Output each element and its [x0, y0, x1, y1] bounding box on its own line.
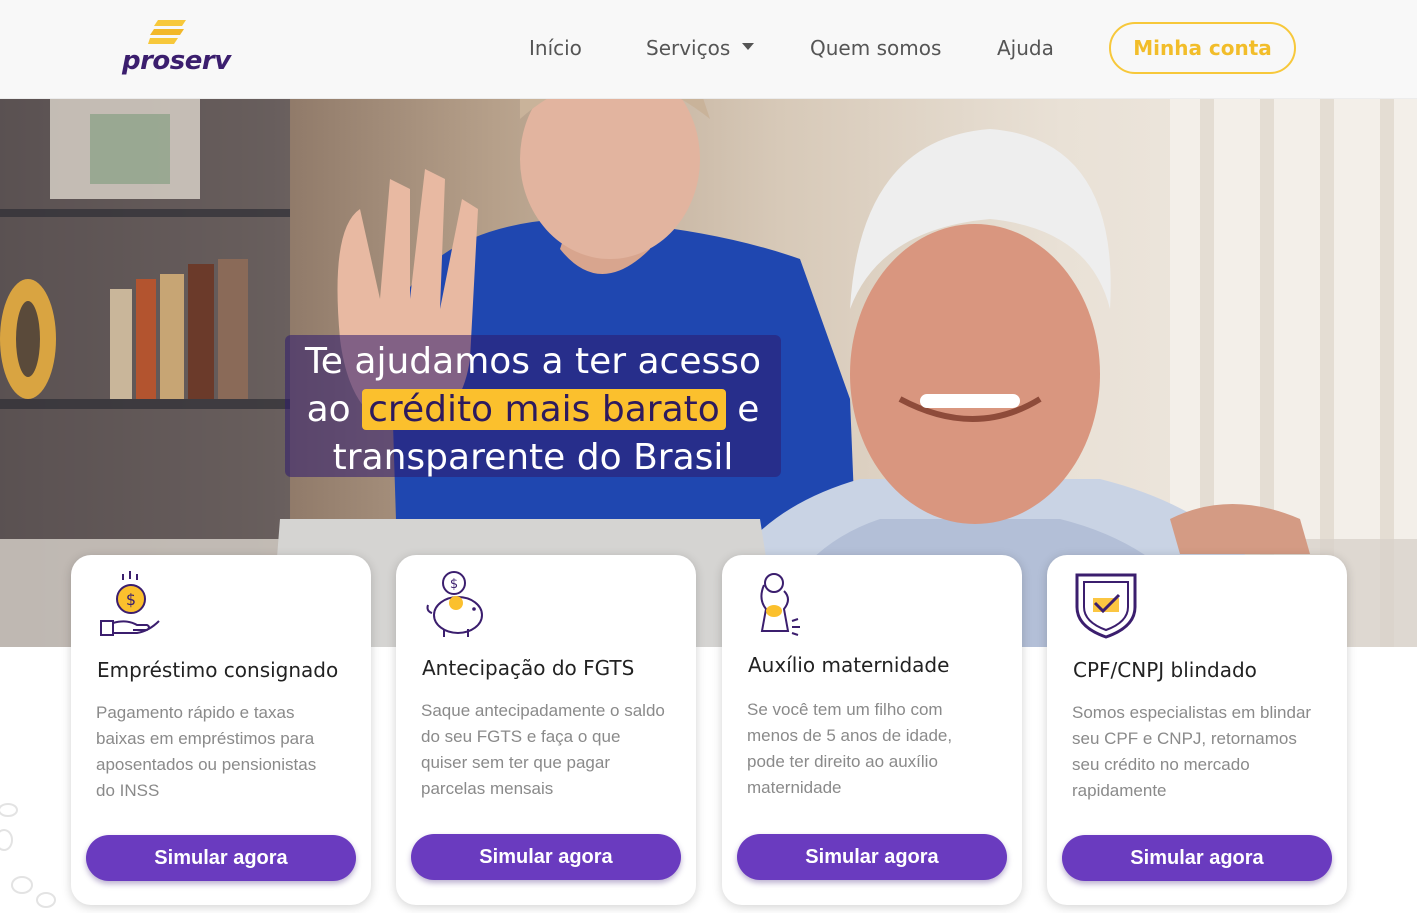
card-desc-line: Somos especialistas em blindar	[1072, 703, 1312, 722]
piggy-bank-icon: $	[426, 571, 483, 637]
card-title: Empréstimo consignado	[97, 658, 339, 682]
headline-line-2-suffix: e	[737, 389, 760, 430]
card-desc-line: maternidade	[747, 778, 842, 797]
simulate-button[interactable]: Simular agora	[1062, 835, 1332, 881]
proserv-logo[interactable]: proserv	[120, 18, 231, 78]
simulate-button[interactable]: Simular agora	[86, 835, 356, 881]
card-desc-line: seu CPF e CNPJ, retornamos	[1072, 729, 1297, 748]
mother-baby-icon	[760, 573, 800, 636]
nav-ajuda[interactable]: Ajuda	[997, 36, 1054, 60]
card-title: CPF/CNPJ blindado	[1073, 658, 1257, 682]
site-header: proserv Início Serviços Quem somos Ajuda…	[0, 0, 1417, 99]
headline-line-1: Te ajudamos a ter acesso	[304, 341, 762, 382]
card-title: Antecipação do FGTS	[422, 656, 635, 680]
chevron-down-icon	[742, 43, 755, 50]
money-hand-icon: $	[100, 571, 160, 636]
simulate-button[interactable]: Simular agora	[411, 834, 681, 880]
card-description: Pagamento rápido e taxas baixas em empré…	[96, 700, 356, 804]
card-desc-line: parcelas mensais	[421, 779, 554, 798]
service-card-fgts: $ Antecipação do FGTS Saque antecipadame…	[396, 555, 696, 905]
card-desc-line: do seu FGTS e faça o que	[421, 727, 621, 746]
nav-inicio[interactable]: Início	[529, 36, 582, 60]
svg-text:$: $	[126, 590, 136, 609]
card-desc-line: quiser sem ter que pagar	[421, 753, 610, 772]
card-description: Se você tem um filho com menos de 5 anos…	[747, 697, 1007, 801]
service-card-maternidade: Auxílio maternidade Se você tem um filho…	[722, 555, 1022, 905]
card-desc-line: rapidamente	[1072, 781, 1167, 800]
nav-servicos[interactable]: Serviços	[646, 36, 755, 60]
card-desc-line: Saque antecipadamente o saldo	[421, 701, 665, 720]
card-desc-line: aposentados ou pensionistas	[96, 755, 317, 774]
card-desc-line: baixas em empréstimos para	[96, 729, 315, 748]
coins-decoration-icon	[0, 803, 56, 908]
card-desc-line: Pagamento rápido e taxas	[96, 703, 295, 722]
card-desc-line: do INSS	[96, 781, 160, 800]
card-desc-line: pode ter direito ao auxílio	[747, 752, 938, 771]
nav-quem-somos[interactable]: Quem somos	[810, 36, 941, 60]
account-button[interactable]: Minha conta	[1109, 22, 1296, 74]
nav-servicos-label: Serviços	[646, 36, 731, 60]
service-card-consignado: $ Empréstimo consignado Pagamento rápido…	[71, 555, 371, 905]
logo-icon	[148, 20, 186, 44]
svg-text:$: $	[450, 577, 458, 592]
shield-check-icon	[1075, 573, 1137, 639]
logo-text: proserv	[122, 46, 231, 76]
card-title: Auxílio maternidade	[748, 653, 950, 677]
card-desc-line: Se você tem um filho com	[747, 700, 943, 719]
headline-line-2: ao crédito mais barato e	[290, 386, 776, 434]
service-card-blindado: CPF/CNPJ blindado Somos especialistas em…	[1047, 555, 1347, 905]
card-desc-line: menos de 5 anos de idade,	[747, 726, 953, 745]
headline-highlight: crédito mais barato	[362, 389, 726, 430]
headline-line-3: transparente do Brasil	[332, 437, 734, 478]
simulate-button[interactable]: Simular agora	[737, 834, 1007, 880]
card-description: Saque antecipadamente o saldo do seu FGT…	[421, 698, 681, 802]
headline-line-2-prefix: ao	[306, 389, 351, 430]
card-desc-line: seu crédito no mercado	[1072, 755, 1250, 774]
hero-headline: Te ajudamos a ter acesso ao crédito mais…	[290, 338, 776, 482]
card-description: Somos especialistas em blindar seu CPF e…	[1072, 700, 1332, 804]
